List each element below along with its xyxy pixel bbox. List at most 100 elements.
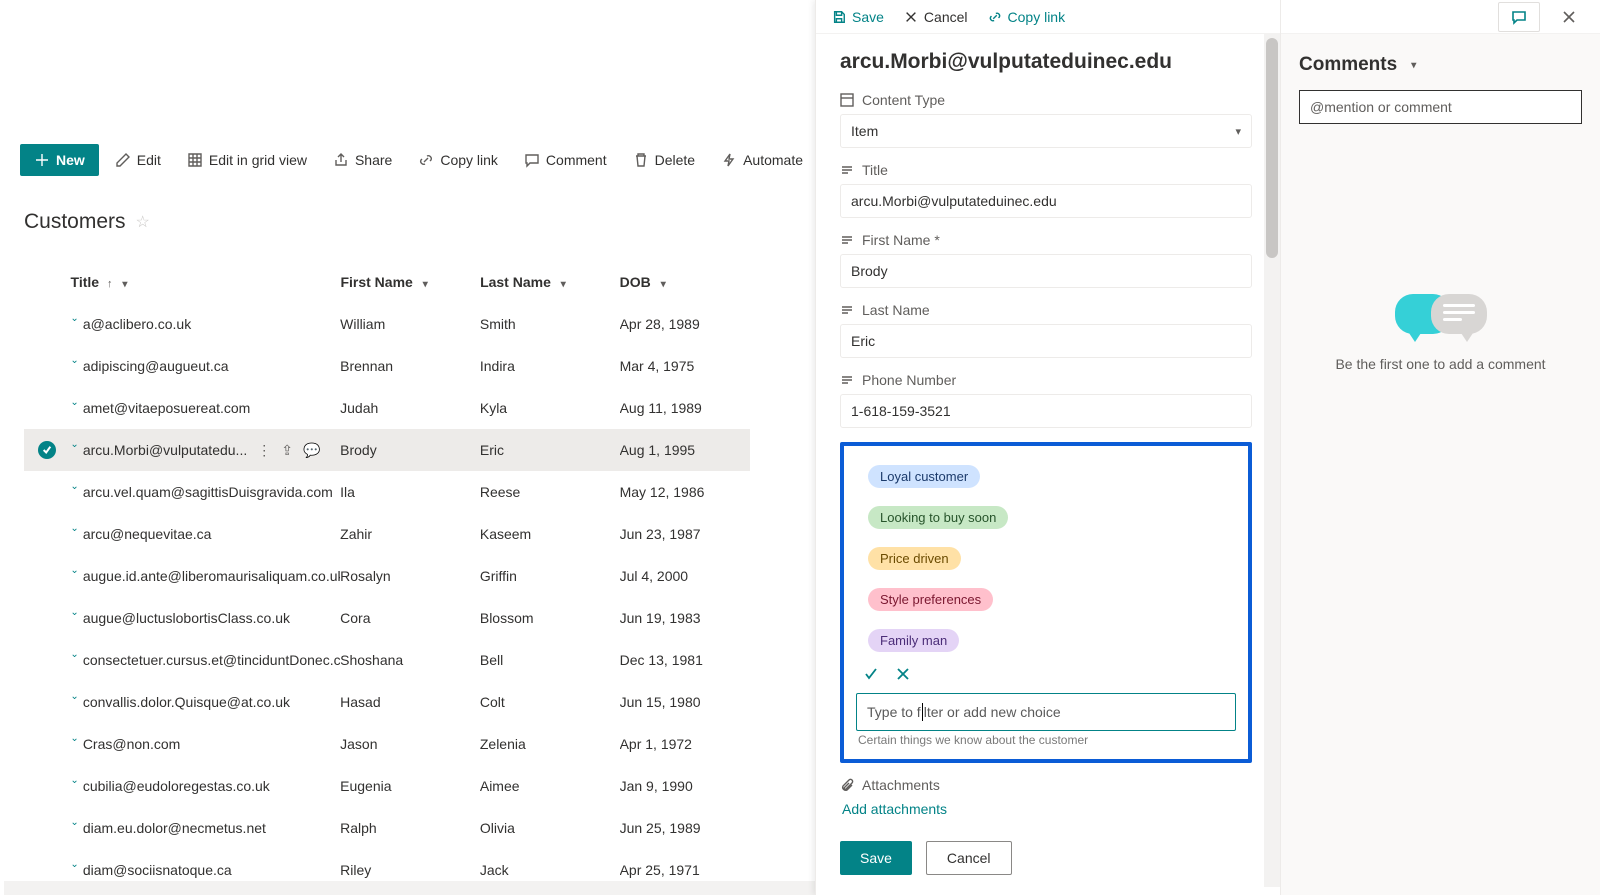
item-type-icon: ⌄ [70,820,78,828]
cell-first-name: Judah [340,400,480,416]
cell-last-name: Aimee [480,778,620,794]
cell-first-name: Rosalyn [340,568,480,584]
table-row[interactable]: ⌄Cras@non.comJasonZeleniaApr 1, 1972 [24,723,750,765]
automate-button-label: Automate [743,152,803,168]
first-name-field[interactable]: Brody [840,254,1252,288]
column-header-title[interactable]: Title ↑ ▾ [71,274,341,290]
cell-title[interactable]: ⌄consectetuer.cursus.et@tinciduntDonec.c… [70,652,340,668]
table-row[interactable]: ⌄convallis.dolor.Quisque@at.co.ukHasadCo… [24,681,750,723]
panel-copy-link-label: Copy link [1008,9,1066,25]
table-row[interactable]: ⌄diam.eu.dolor@necmetus.netRalphOliviaJu… [24,807,750,849]
text-icon [840,233,854,247]
choice-filter-placeholder-right: lter or add new choice [924,704,1061,720]
row-selected-check-icon [38,441,56,459]
panel-cancel-button[interactable]: Cancel [896,3,976,31]
panel-copy-link-button[interactable]: Copy link [980,3,1074,31]
choice-cancel-button[interactable] [894,665,912,683]
table-row[interactable]: ⌄amet@vitaeposuereat.comJudahKylaAug 11,… [24,387,750,429]
text-icon [840,163,854,177]
close-panel-button[interactable] [1548,2,1590,32]
column-header-first-name[interactable]: First Name ▾ [340,274,480,290]
cell-title[interactable]: ⌄convallis.dolor.Quisque@at.co.uk [70,694,340,710]
comment-input[interactable]: @mention or comment [1299,90,1582,124]
panel-scrollbar-thumb[interactable] [1266,38,1278,258]
cell-title[interactable]: ⌄diam.eu.dolor@necmetus.net [70,820,340,836]
table-row[interactable]: ⌄augue@luctuslobortisClass.co.ukCoraBlos… [24,597,750,639]
table-row[interactable]: ⌄cubilia@eudoloregestas.co.ukEugeniaAime… [24,765,750,807]
table-row[interactable]: ⌄adipiscing@augueut.caBrennanIndiraMar 4… [24,345,750,387]
column-header-last-name[interactable]: Last Name ▾ [480,274,620,290]
row-more-icon[interactable]: ⋮ [257,442,271,459]
item-edit-panel: Save Cancel Copy link arcu.Morbi@vulputa… [815,0,1280,895]
row-comment-icon[interactable]: 💬 [303,442,320,459]
cell-first-name: Zahir [340,526,480,542]
table-row[interactable]: ⌄augue.id.ante@liberomaurisaliquam.co.uk… [24,555,750,597]
choice-option[interactable]: Family man [852,618,1240,659]
choice-option[interactable]: Loyal customer [852,454,1240,495]
table-row[interactable]: ⌄arcu.Morbi@vulputatedu...⋮⇪💬BrodyEricAu… [24,429,750,471]
new-button[interactable]: New [20,144,99,176]
column-header-dob[interactable]: DOB ▾ [620,274,750,290]
cell-last-name: Kaseem [480,526,620,542]
cell-last-name: Zelenia [480,736,620,752]
choice-confirm-button[interactable] [862,665,880,683]
content-type-select[interactable]: Item ▾ [840,114,1252,148]
cell-dob: Apr 25, 1971 [620,862,750,878]
comment-button-label: Comment [546,152,607,168]
row-share-icon[interactable]: ⇪ [281,442,293,459]
cell-title[interactable]: ⌄diam@sociisnatoque.ca [70,862,340,878]
table-row[interactable]: ⌄a@aclibero.co.ukWilliamSmithApr 28, 198… [24,303,750,345]
copy-link-button[interactable]: Copy link [408,144,508,176]
cell-title[interactable]: ⌄augue@luctuslobortisClass.co.uk [70,610,340,626]
choice-pill: Family man [868,629,959,652]
cell-title[interactable]: ⌄amet@vitaeposuereat.com [70,400,340,416]
chevron-down-icon: ▾ [1235,125,1241,138]
cell-first-name: William [340,316,480,332]
table-row[interactable]: ⌄arcu@nequevitae.caZahirKaseemJun 23, 19… [24,513,750,555]
cell-title[interactable]: ⌄cubilia@eudoloregestas.co.uk [70,778,340,794]
table-row[interactable]: ⌄arcu.vel.quam@sagittisDuisgravida.comIl… [24,471,750,513]
sort-ascending-icon: ↑ [107,278,113,290]
item-type-icon: ⌄ [70,316,78,324]
edit-grid-view-button[interactable]: Edit in grid view [177,144,317,176]
automate-button[interactable]: Automate ▾ [711,144,830,176]
table-row[interactable]: ⌄consectetuer.cursus.et@tinciduntDonec.c… [24,639,750,681]
choice-option[interactable]: Style preferences [852,577,1240,618]
phone-field[interactable]: 1-618-159-3521 [840,394,1252,428]
cell-title[interactable]: ⌄arcu@nequevitae.ca [70,526,340,542]
field-label-first-name: First Name * [840,232,1252,248]
cell-dob: Jun 19, 1983 [620,610,750,626]
cell-title[interactable]: ⌄arcu.vel.quam@sagittisDuisgravida.com [70,484,340,500]
cell-title[interactable]: ⌄arcu.Morbi@vulputatedu...⋮⇪💬 [70,442,340,459]
cell-dob: Dec 13, 1981 [620,652,750,668]
delete-button[interactable]: Delete [623,144,705,176]
comments-heading[interactable]: Comments ▾ [1281,34,1600,86]
panel-scrollbar-track[interactable] [1264,34,1280,887]
item-type-icon: ⌄ [70,694,78,702]
comment-icon [1511,9,1527,25]
title-field[interactable]: arcu.Morbi@vulputateduinec.edu [840,184,1252,218]
choice-option[interactable]: Looking to buy soon [852,495,1240,536]
add-attachments-link[interactable]: Add attachments [840,793,949,825]
content-type-icon [840,93,854,107]
cell-title[interactable]: ⌄augue.id.ante@liberomaurisaliquam.co.uk [70,568,340,584]
panel-save-button[interactable]: Save [824,3,892,31]
cell-last-name: Reese [480,484,620,500]
text-icon [840,303,854,317]
plus-icon [34,152,50,168]
form-save-button[interactable]: Save [840,841,912,875]
cell-last-name: Blossom [480,610,620,626]
choice-option[interactable]: Price driven [852,536,1240,577]
choice-filter-input[interactable]: Type to f lter or add new choice [856,693,1236,731]
cell-title[interactable]: ⌄a@aclibero.co.uk [70,316,340,332]
share-button[interactable]: Share [323,144,402,176]
cell-title[interactable]: ⌄Cras@non.com [70,736,340,752]
edit-button[interactable]: Edit [105,144,171,176]
comment-button[interactable]: Comment [514,144,617,176]
last-name-field[interactable]: Eric [840,324,1252,358]
cell-last-name: Jack [480,862,620,878]
cell-title[interactable]: ⌄adipiscing@augueut.ca [70,358,340,374]
toggle-comments-button[interactable] [1498,2,1540,32]
form-cancel-button[interactable]: Cancel [926,841,1012,875]
favorite-star-icon[interactable]: ☆ [136,212,150,232]
